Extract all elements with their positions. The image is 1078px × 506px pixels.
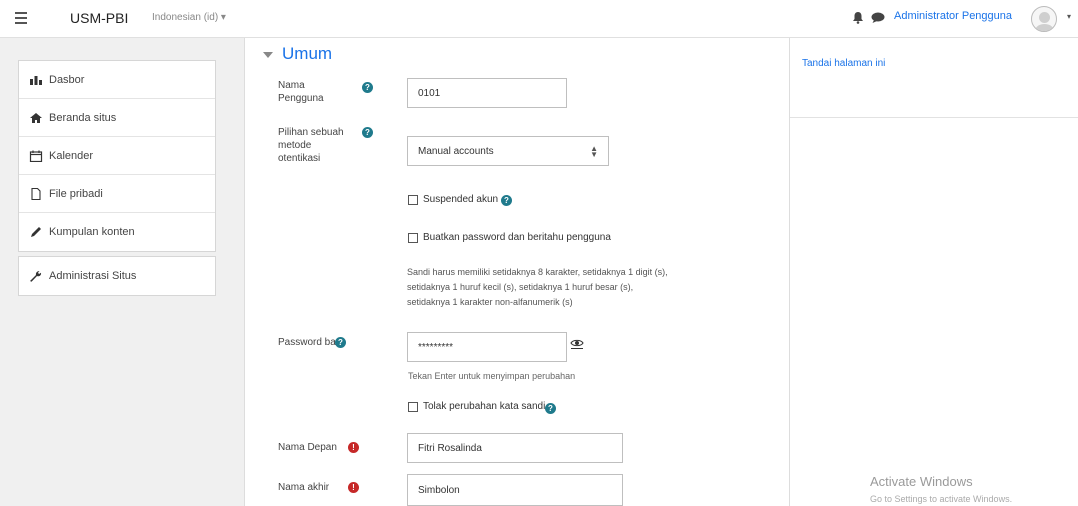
first-name-label: Nama Depan [278, 442, 337, 453]
top-navbar: USM-PBI Indonesian (id) ▾ Administrator … [0, 0, 1078, 38]
sidebar-item-label: Kalender [49, 149, 94, 162]
sidebar-item-label: Beranda situs [49, 111, 117, 124]
create-password-label: Buatkan password dan beritahu pengguna [423, 232, 611, 243]
new-password-field[interactable]: ********* [407, 332, 567, 362]
sidebar-item-label: Kumpulan konten [49, 226, 135, 238]
activate-windows-watermark: Activate Windows [870, 474, 973, 489]
auth-label-line3: otentikasi [278, 153, 321, 164]
site-name-link[interactable]: USM-PBI [70, 10, 128, 26]
language-selector[interactable]: Indonesian (id) ▾ [152, 12, 226, 23]
first-name-field[interactable]: Fitri Rosalinda [407, 433, 623, 463]
last-name-field[interactable]: Simbolon [407, 474, 623, 506]
eye-icon[interactable] [570, 337, 584, 349]
sidebar-item-beranda-situs[interactable]: Beranda situs [19, 99, 215, 137]
chevron-down-icon[interactable]: ▾ [1067, 12, 1071, 21]
right-block: Tandai halaman ini [790, 44, 1078, 118]
wrench-icon [30, 271, 42, 282]
nav-drawer: Dasbor Beranda situs Kalender File priba… [18, 60, 216, 252]
username-label-line1: Nama [278, 80, 305, 91]
auth-label-line1: Pilihan sebuah [278, 127, 344, 138]
sidebar-item-kumpulan-konten[interactable]: Kumpulan konten [19, 213, 215, 251]
sidebar-item-dasbor[interactable]: Dasbor [19, 61, 215, 99]
auth-method-value: Manual accounts [418, 145, 494, 157]
auth-method-select[interactable]: Manual accounts ▲ ▼ [407, 136, 609, 166]
sidebar-item-label: Administrasi Situs [49, 270, 137, 282]
avatar[interactable] [1031, 6, 1057, 32]
required-icon[interactable]: ! [348, 482, 359, 493]
home-icon [30, 112, 42, 123]
bell-icon[interactable] [852, 11, 864, 24]
hamburger-menu-icon[interactable] [10, 8, 32, 28]
last-name-label: Nama akhir [278, 482, 330, 493]
sidebar-item-administrasi-situs[interactable]: Administrasi Situs [19, 257, 215, 295]
required-icon[interactable]: ! [348, 442, 359, 453]
user-menu-name[interactable]: Administrator Pengguna [894, 10, 1012, 22]
reject-change-checkbox[interactable] [408, 402, 418, 412]
collapse-caret-icon[interactable] [262, 50, 274, 60]
sidebar-item-label: File pribadi [49, 187, 103, 200]
file-icon [31, 187, 41, 200]
dashboard-icon [30, 75, 42, 85]
sidebar-item-kalender[interactable]: Kalender [19, 137, 215, 175]
nav-drawer-admin: Administrasi Situs [18, 256, 216, 296]
help-icon[interactable]: ? [501, 195, 512, 206]
help-icon[interactable]: ? [335, 337, 346, 348]
suspended-label: Suspended akun [423, 194, 499, 205]
bookmark-page-link[interactable]: Tandai halaman ini [802, 58, 885, 69]
sidebar-item-label: Dasbor [49, 73, 85, 86]
password-policy-line3: setidaknya 1 karakter non-alfanumerik (s… [407, 297, 573, 307]
password-policy-line1: Sandi harus memiliki setidaknya 8 karakt… [407, 267, 668, 277]
activate-windows-subtext: Go to Settings to activate Windows. [870, 494, 1013, 504]
suspended-checkbox[interactable] [408, 195, 418, 205]
password-policy-line2: setidaknya 1 huruf kecil (s), setidaknya… [407, 282, 634, 292]
help-icon[interactable]: ? [545, 403, 556, 414]
chat-bubble-icon[interactable] [871, 12, 885, 23]
pencil-icon [31, 227, 41, 237]
select-arrows-icon: ▲ ▼ [590, 144, 598, 159]
username-field[interactable]: 0101 [407, 78, 567, 108]
help-icon[interactable]: ? [362, 127, 373, 138]
auth-label-line2: metode [278, 140, 312, 151]
help-icon[interactable]: ? [362, 82, 373, 93]
calendar-icon [29, 150, 43, 162]
right-block-region: Tandai halaman ini [790, 38, 1078, 506]
password-hint: Tekan Enter untuk menyimpan perubahan [408, 371, 576, 381]
section-title[interactable]: Umum [282, 44, 332, 64]
reject-change-label: Tolak perubahan kata sandi [423, 401, 546, 412]
username-label-line2: Pengguna [278, 93, 324, 104]
sidebar-item-file-pribadi[interactable]: File pribadi [19, 175, 215, 213]
create-password-checkbox[interactable] [408, 233, 418, 243]
